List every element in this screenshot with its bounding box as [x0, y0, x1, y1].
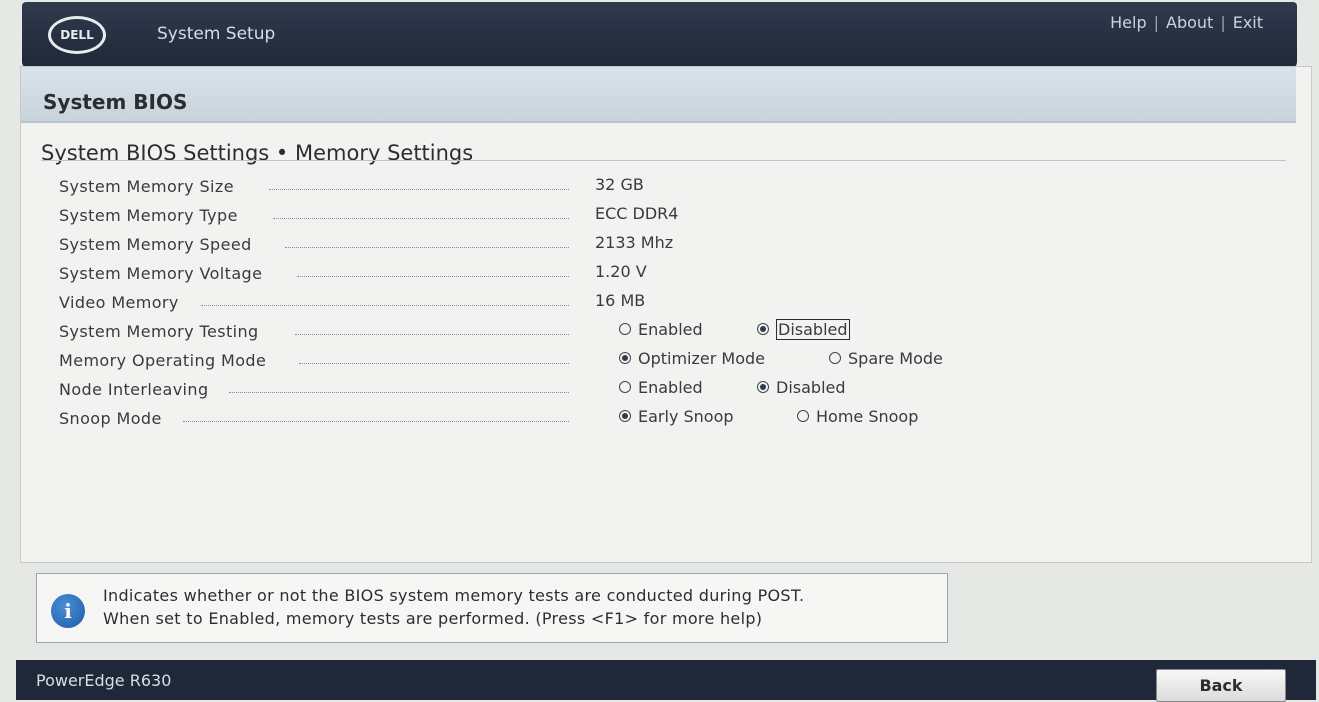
radio-label: Disabled	[776, 319, 850, 340]
leader-dots	[269, 189, 569, 190]
radio-circle-selected	[619, 410, 631, 422]
divider	[41, 160, 1286, 161]
leader-dots	[285, 247, 569, 248]
radio-enabled[interactable]: Enabled	[619, 378, 703, 397]
radio-label: Spare Mode	[848, 349, 943, 368]
top-header-bar: DELL System Setup Help | About | Exit	[22, 2, 1297, 68]
radio-label: Disabled	[776, 378, 846, 397]
setting-row-operating-mode: Memory Operating Mode Optimizer Mode Spa…	[59, 349, 959, 379]
setting-row-memory-type: System Memory Type ECC DDR4	[59, 204, 959, 234]
page-title: System BIOS	[43, 90, 188, 114]
setting-label: System Memory Type	[59, 206, 238, 225]
setting-label: System Memory Size	[59, 177, 234, 196]
setting-label: Video Memory	[59, 293, 179, 312]
radio-home-snoop[interactable]: Home Snoop	[797, 407, 918, 426]
radio-label: Optimizer Mode	[638, 349, 765, 368]
setting-value: 32 GB	[595, 175, 644, 194]
radio-circle	[619, 381, 631, 393]
radio-label: Home Snoop	[816, 407, 919, 426]
setting-value: ECC DDR4	[595, 204, 679, 223]
breadcrumb: System BIOS Settings • Memory Settings	[41, 141, 474, 165]
setting-label: Node Interleaving	[59, 380, 209, 399]
radio-circle-selected	[619, 352, 631, 364]
setting-label: System Memory Speed	[59, 235, 252, 254]
help-box: i Indicates whether or not the BIOS syst…	[36, 573, 948, 643]
setting-row-video-memory: Video Memory 16 MB	[59, 291, 959, 321]
leader-dots	[295, 334, 569, 335]
setting-label: System Memory Testing	[59, 322, 259, 341]
app-title: System Setup	[157, 24, 276, 44]
radio-circle	[829, 352, 841, 364]
leader-dots	[201, 305, 569, 306]
back-button[interactable]: Back	[1156, 669, 1286, 702]
bottom-bar: PowerEdge R630 Back	[16, 660, 1316, 702]
radio-label: Early Snoop	[638, 407, 734, 426]
info-icon: i	[51, 594, 85, 628]
settings-panel: System BIOS System BIOS Settings • Memor…	[20, 66, 1312, 563]
radio-spare-mode[interactable]: Spare Mode	[829, 349, 943, 368]
radio-enabled[interactable]: Enabled	[619, 320, 703, 339]
radio-early-snoop[interactable]: Early Snoop	[619, 407, 734, 426]
help-line-2: When set to Enabled, memory tests are pe…	[103, 609, 763, 628]
setting-label: System Memory Voltage	[59, 264, 263, 283]
radio-disabled[interactable]: Disabled	[757, 319, 850, 340]
setting-row-memory-testing: System Memory Testing Enabled Disabled	[59, 319, 959, 350]
help-link[interactable]: Help	[1110, 13, 1146, 32]
radio-circle	[797, 410, 809, 422]
leader-dots	[273, 218, 569, 219]
setting-value: 2133 Mhz	[595, 233, 674, 252]
panel-header: System BIOS	[21, 67, 1296, 123]
radio-circle	[619, 323, 631, 335]
radio-circle-selected	[757, 323, 769, 335]
setting-value: 1.20 V	[595, 262, 647, 281]
link-separator: |	[1153, 13, 1159, 32]
setting-row-memory-size: System Memory Size 32 GB	[59, 175, 959, 205]
setting-row-memory-voltage: System Memory Voltage 1.20 V	[59, 262, 959, 292]
leader-dots	[299, 363, 569, 364]
setting-row-node-interleaving: Node Interleaving Enabled Disabled	[59, 378, 959, 408]
model-name: PowerEdge R630	[36, 671, 172, 690]
dell-logo: DELL	[48, 16, 106, 54]
link-separator: |	[1220, 13, 1226, 32]
setting-row-memory-speed: System Memory Speed 2133 Mhz	[59, 233, 959, 263]
leader-dots	[183, 421, 569, 422]
radio-circle-selected	[757, 381, 769, 393]
leader-dots	[229, 392, 569, 393]
help-line-1: Indicates whether or not the BIOS system…	[103, 586, 805, 605]
setting-row-snoop-mode: Snoop Mode Early Snoop Home Snoop	[59, 407, 959, 437]
radio-label: Enabled	[638, 378, 703, 397]
header-links: Help | About | Exit	[1110, 13, 1263, 32]
setting-value: 16 MB	[595, 291, 646, 310]
leader-dots	[297, 276, 569, 277]
setting-label: Snoop Mode	[59, 409, 162, 428]
exit-link[interactable]: Exit	[1233, 13, 1263, 32]
radio-label: Enabled	[638, 320, 703, 339]
radio-disabled[interactable]: Disabled	[757, 378, 846, 397]
about-link[interactable]: About	[1166, 13, 1213, 32]
setting-label: Memory Operating Mode	[59, 351, 267, 370]
radio-optimizer-mode[interactable]: Optimizer Mode	[619, 349, 765, 368]
help-text: Indicates whether or not the BIOS system…	[103, 584, 804, 630]
